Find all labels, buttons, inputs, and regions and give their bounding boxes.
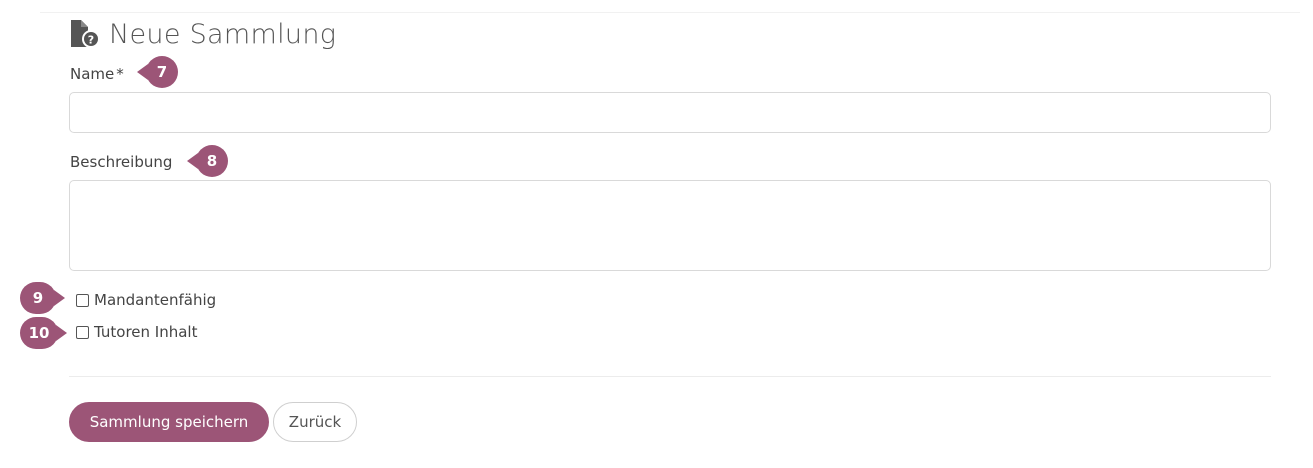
save-collection-button[interactable]: Sammlung speichern [69,402,269,442]
checkbox-row-mandantenfaehig[interactable]: Mandantenfähig [76,291,216,309]
mandantenfaehig-label: Mandantenfähig [94,291,217,309]
description-label: Beschreibung [70,153,173,171]
description-textarea[interactable] [69,180,1271,271]
tutoren-inhalt-checkbox[interactable] [76,325,89,339]
step-marker-7: 7 [137,56,178,88]
top-divider [40,12,1300,13]
back-button[interactable]: Zurück [273,402,357,442]
svg-text:?: ? [88,34,94,47]
name-label: Name * [70,65,124,83]
new-collection-page: ? Neue Sammlung Name * 7 Beschreibung 8 9… [0,0,1313,468]
required-mark: * [116,65,124,83]
mandantenfaehig-checkbox[interactable] [76,293,89,307]
tutoren-inhalt-label: Tutoren Inhalt [94,323,198,341]
form-divider [69,376,1271,377]
page-title: ? Neue Sammlung [69,16,336,52]
step-marker-8: 8 [187,145,228,177]
checkbox-row-tutoren-inhalt[interactable]: Tutoren Inhalt [76,323,197,341]
page-title-text: Neue Sammlung [109,18,337,50]
name-label-text: Name [70,65,115,83]
step-marker-9: 9 [20,282,65,314]
step-marker-10: 10 [20,317,67,349]
file-question-icon: ? [69,19,103,49]
name-input[interactable] [69,92,1271,133]
